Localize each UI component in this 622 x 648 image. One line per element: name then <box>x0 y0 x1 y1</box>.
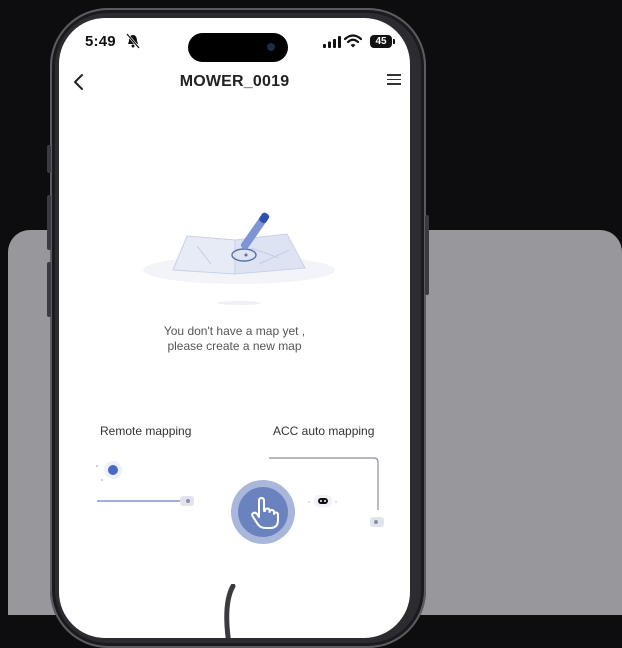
battery-tip <box>393 39 395 44</box>
side-button-power <box>425 215 429 295</box>
loading-arc-icon <box>224 584 236 638</box>
tap-indicator <box>231 480 295 544</box>
acc-auto-mapping-label[interactable]: ACC auto mapping <box>273 424 374 438</box>
remote-mapping-option[interactable] <box>87 453 207 533</box>
camera-dot <box>267 43 275 51</box>
signal-icon <box>323 36 341 48</box>
side-button-volume-down <box>47 262 51 317</box>
remote-mapping-label[interactable]: Remote mapping <box>100 424 191 438</box>
battery-icon: 45 <box>370 35 392 48</box>
empty-state-line-2: please create a new map <box>167 339 302 353</box>
status-time: 5:49 <box>85 33 116 50</box>
menu-list-icon[interactable] <box>387 74 401 88</box>
phone-screen: 5:49 45 MOWER_0019 You don't have a map … <box>59 18 410 638</box>
hand-pointer-icon <box>251 497 279 529</box>
bell-slash-icon <box>126 33 140 49</box>
map-pencil-icon <box>143 212 335 305</box>
wifi-icon <box>344 34 362 48</box>
empty-state-message: You don't have a map yet , please create… <box>59 324 410 354</box>
side-button-mute <box>47 145 51 173</box>
side-button-volume-up <box>47 195 51 250</box>
dynamic-island <box>188 33 288 62</box>
tap-indicator-inner <box>238 487 288 537</box>
page-title: MOWER_0019 <box>179 73 290 90</box>
empty-state-line-1: You don't have a map yet , <box>163 324 306 338</box>
